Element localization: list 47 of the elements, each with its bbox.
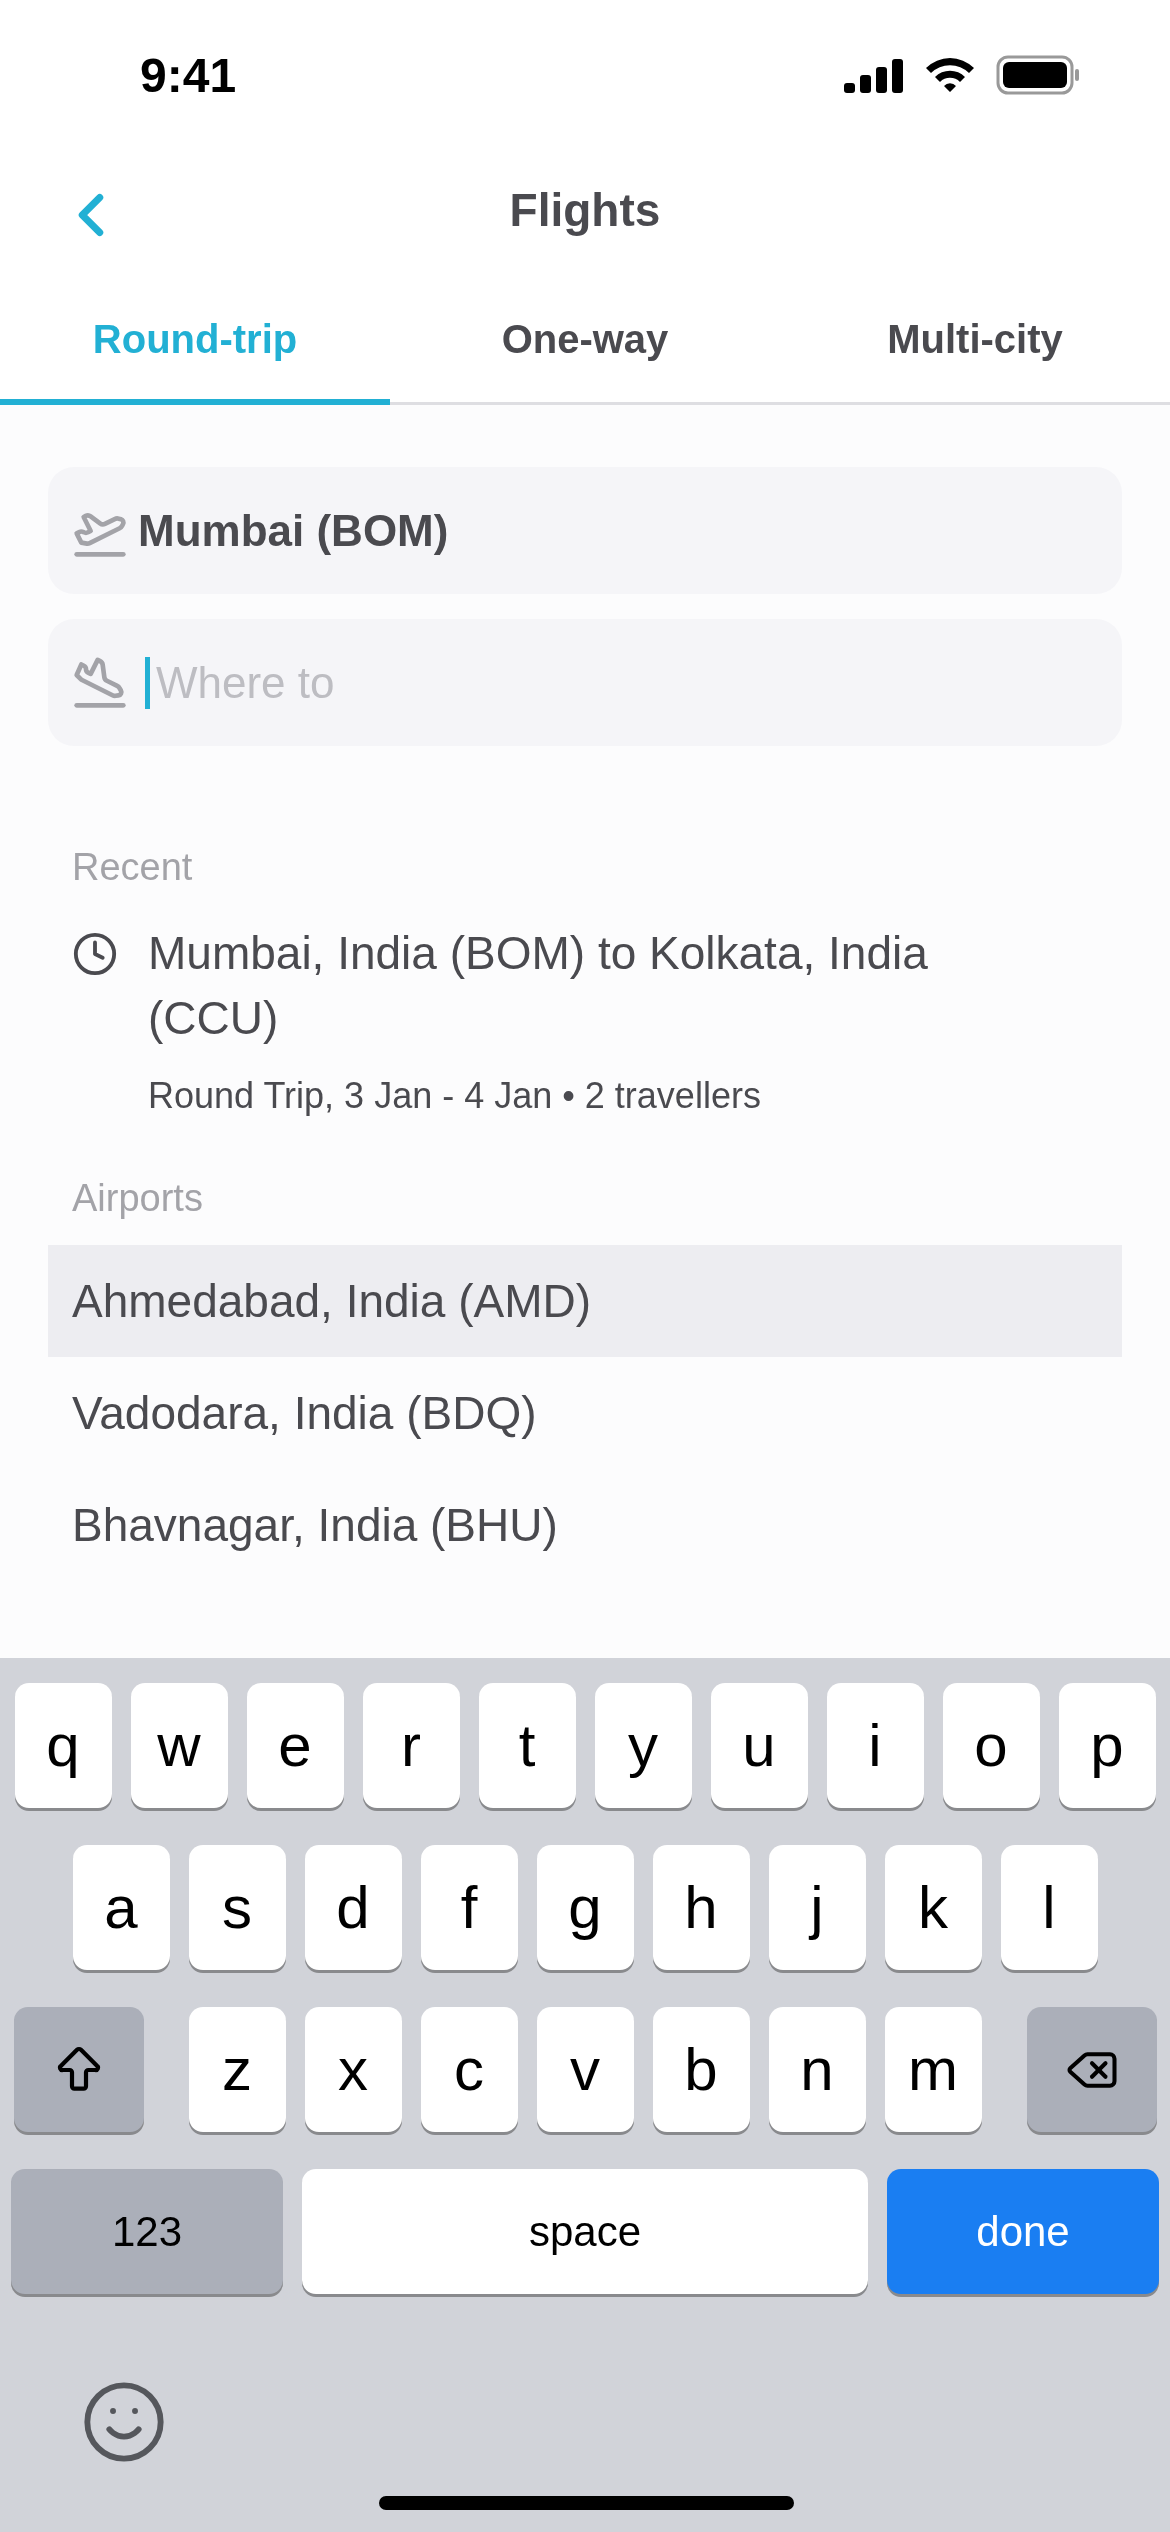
- letter-key[interactable]: o: [942, 1683, 1040, 1808]
- letter-key[interactable]: z: [188, 2007, 286, 2132]
- letter-key[interactable]: w: [130, 1683, 228, 1808]
- origin-field[interactable]: Mumbai (BOM): [48, 467, 1122, 594]
- letter-key[interactable]: d: [304, 1845, 402, 1970]
- letter-key[interactable]: l: [1000, 1845, 1098, 1970]
- recent-details: Round Trip, 3 Jan - 4 Jan • 2 travellers: [148, 1075, 762, 1117]
- letter-key[interactable]: b: [652, 2007, 750, 2132]
- letter-key[interactable]: u: [710, 1683, 808, 1808]
- letter-key[interactable]: r: [362, 1683, 460, 1808]
- letter-key[interactable]: y: [594, 1683, 692, 1808]
- letter-key[interactable]: c: [420, 2007, 518, 2132]
- wifi-icon: [924, 56, 976, 94]
- letter-key[interactable]: t: [478, 1683, 576, 1808]
- letter-key[interactable]: k: [884, 1845, 982, 1970]
- letter-key[interactable]: q: [14, 1683, 112, 1808]
- page-title: Flights: [509, 183, 661, 237]
- letter-key[interactable]: e: [246, 1683, 344, 1808]
- letter-key[interactable]: v: [536, 2007, 634, 2132]
- recent-route[interactable]: Mumbai, India (BOM) to Kolkata, India (CCU): [148, 921, 1048, 1051]
- letter-key[interactable]: f: [420, 1845, 518, 1970]
- letter-key[interactable]: p: [1058, 1683, 1156, 1808]
- letter-key[interactable]: g: [536, 1845, 634, 1970]
- section-heading: Recent: [71, 846, 194, 889]
- airport-item[interactable]: Ahmedabad, India (AMD): [48, 1245, 1122, 1357]
- letter-key[interactable]: m: [884, 2007, 982, 2132]
- space-key[interactable]: space: [302, 2169, 868, 2294]
- status-time: 9:41: [140, 47, 237, 103]
- clock-icon: [72, 931, 118, 977]
- destination-field[interactable]: Where to: [48, 619, 1122, 746]
- letter-key[interactable]: a: [72, 1845, 170, 1970]
- delete-key[interactable]: [1026, 2007, 1157, 2132]
- trip-type-tab[interactable]: One-way: [390, 270, 780, 405]
- numbers-key[interactable]: 123: [11, 2169, 283, 2294]
- battery-icon: [996, 55, 1080, 95]
- letter-key[interactable]: h: [652, 1845, 750, 1970]
- signal-icon: [844, 57, 904, 93]
- letter-key[interactable]: s: [188, 1845, 286, 1970]
- letter-key[interactable]: x: [304, 2007, 402, 2132]
- section-heading: Airports: [71, 1177, 204, 1220]
- letter-key[interactable]: i: [826, 1683, 924, 1808]
- letter-key[interactable]: j: [768, 1845, 866, 1970]
- trip-type-tab[interactable]: Multi-city: [780, 270, 1170, 405]
- shift-key[interactable]: [13, 2007, 144, 2132]
- landing-icon: [72, 654, 128, 710]
- done-key[interactable]: done: [887, 2169, 1159, 2294]
- letter-key[interactable]: n: [768, 2007, 866, 2132]
